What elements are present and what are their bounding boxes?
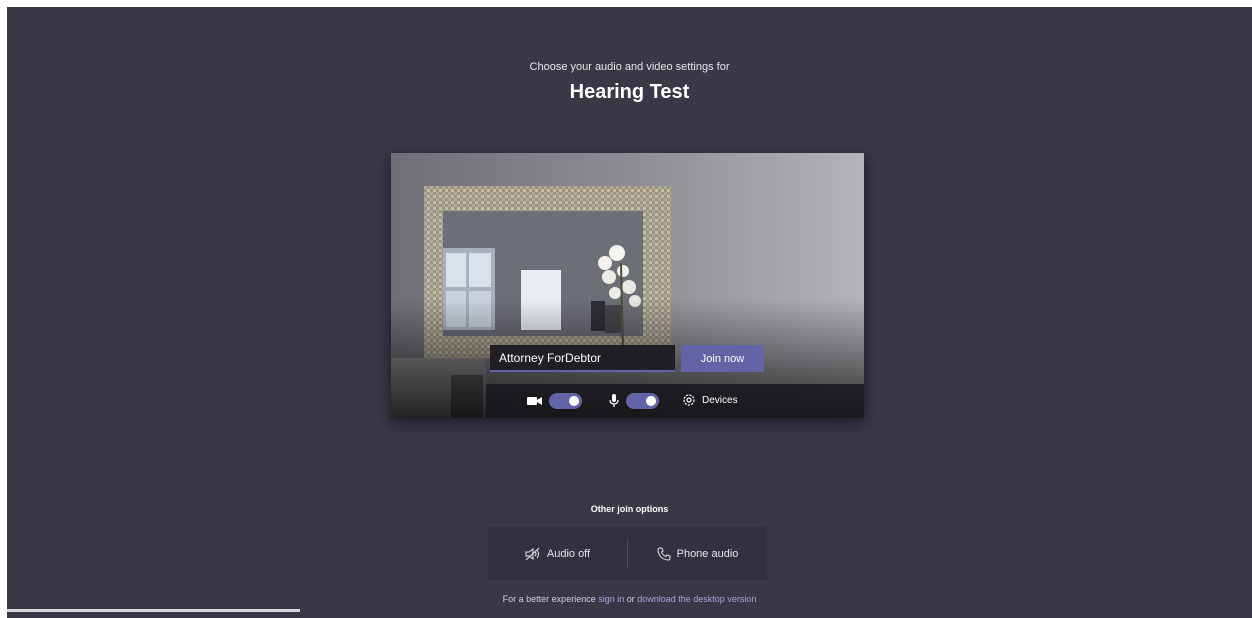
gear-icon	[683, 394, 695, 406]
phone-audio-label: Phone audio	[676, 547, 739, 560]
microphone-control[interactable]	[608, 393, 659, 409]
video-preview: Join now	[391, 153, 864, 418]
phone-icon	[657, 547, 671, 561]
audio-off-label: Audio off	[546, 547, 591, 560]
audio-off-option[interactable]: Audio off	[488, 527, 627, 580]
speaker-off-icon	[525, 547, 540, 560]
meeting-title: Hearing Test	[569, 81, 690, 103]
horizontal-scrollbar[interactable]	[7, 609, 300, 612]
pre-join-screen: Choose your audio and video settings for…	[7, 7, 1252, 618]
sign-in-link[interactable]: sign in	[598, 594, 624, 604]
footer-text: For a better experience sign in or downl…	[7, 594, 1252, 604]
other-join-options-panel: Audio off Phone audio	[488, 527, 767, 580]
microphone-toggle[interactable]	[626, 393, 659, 409]
camera-toggle[interactable]	[549, 393, 582, 409]
phone-audio-option[interactable]: Phone audio	[628, 527, 767, 580]
footer-middle: or	[624, 594, 638, 604]
settings-subtitle: Choose your audio and video settings for	[529, 61, 730, 73]
other-join-options-title: Other join options	[590, 504, 669, 514]
device-controls-bar: Devices	[486, 384, 864, 418]
microphone-icon	[609, 394, 619, 407]
join-now-button[interactable]: Join now	[681, 345, 764, 372]
camera-control[interactable]	[527, 393, 582, 409]
footer-prefix: For a better experience	[502, 594, 599, 604]
devices-label: Devices	[702, 394, 738, 406]
download-desktop-link[interactable]: download the desktop version	[637, 594, 756, 604]
display-name-input[interactable]	[490, 345, 675, 372]
devices-button[interactable]: Devices	[682, 393, 738, 407]
camera-icon	[527, 397, 542, 405]
camera-feed-image	[391, 153, 864, 418]
